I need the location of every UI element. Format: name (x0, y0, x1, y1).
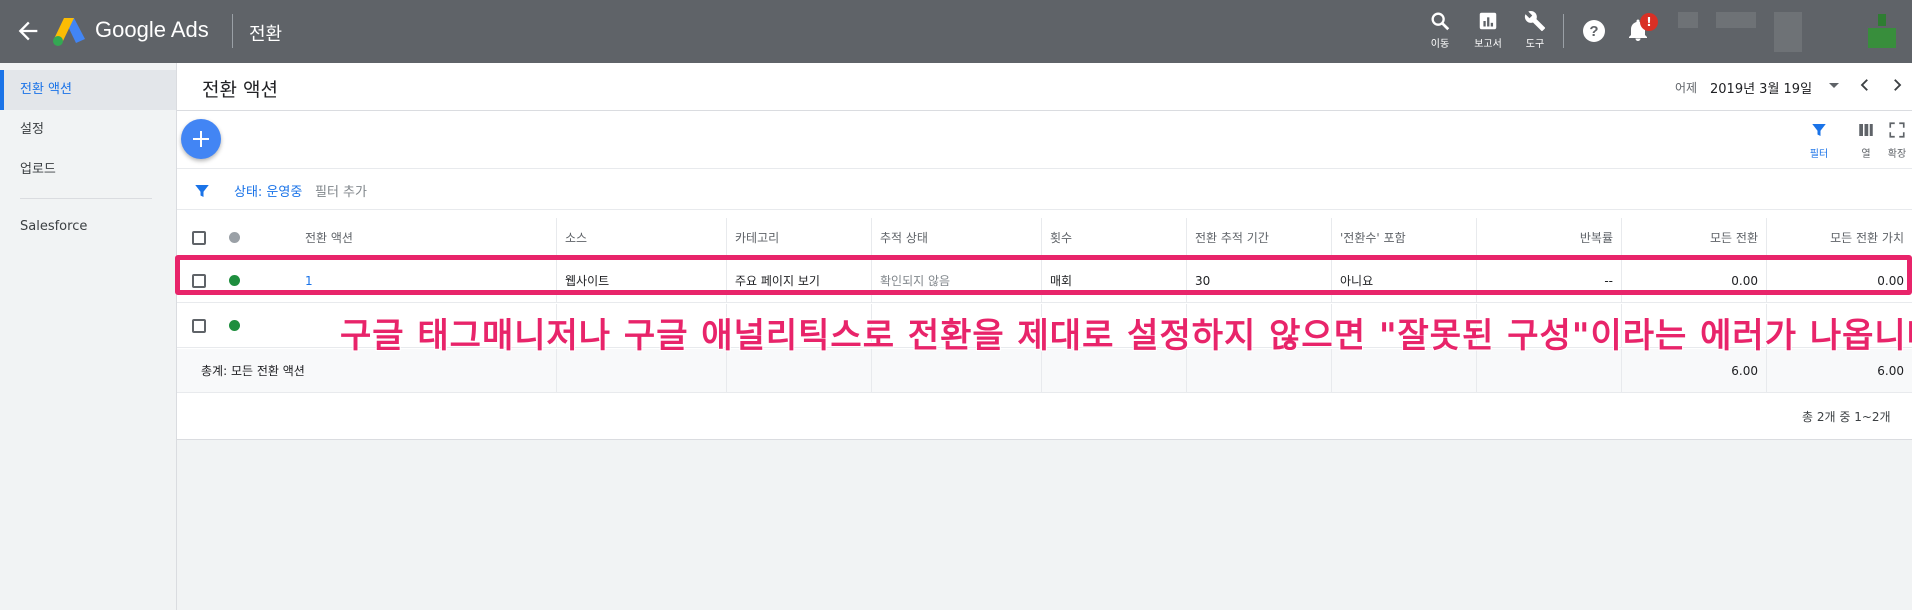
divider (1563, 14, 1564, 48)
divider (232, 14, 233, 48)
help-icon[interactable]: ? (1582, 19, 1606, 43)
wrench-icon (1524, 11, 1546, 32)
column-header[interactable]: 모든 전환 가치 (1767, 218, 1912, 257)
column-header[interactable]: 모든 전환 (1622, 218, 1767, 257)
sidebar-item-uploads[interactable]: 업로드 (0, 150, 176, 190)
google-ads-logo-icon (53, 18, 85, 46)
filter-bar: 상태: 운영중 필터 추가 (177, 168, 1912, 210)
expand-icon (1889, 122, 1905, 138)
pagination-summary: 총 2개 중 1~2개 (1802, 410, 1891, 424)
top-app-bar: Google Ads 전환 이동 보고서 도구 ? ! (0, 0, 1912, 63)
select-all-checkbox[interactable] (192, 230, 206, 245)
annotation-caption: 구글 태그매니저나 구글 애널리틱스로 전환을 제대로 설정하지 않으면 "잘못… (339, 315, 1912, 357)
tool-tools[interactable]: 도구 (1512, 10, 1558, 50)
page-title: 전환 액션 (202, 79, 278, 101)
tool-label: 보고서 (1474, 39, 1502, 50)
sidebar-divider (20, 198, 152, 199)
tool-reports[interactable]: 보고서 (1465, 10, 1511, 50)
back-arrow-icon[interactable] (14, 17, 42, 45)
tool-label: 도구 (1525, 39, 1545, 50)
chevron-right-icon[interactable] (1888, 76, 1906, 94)
column-header[interactable]: 전환 추적 기간 (1187, 218, 1332, 257)
sidebar-item-settings[interactable]: 설정 (0, 110, 176, 150)
tool-label: 이동 (1430, 39, 1450, 50)
column-header[interactable]: 횟수 (1042, 218, 1187, 257)
sidebar: 전환 액션 설정 업로드 Salesforce (0, 63, 177, 610)
control-label: 확장 (1887, 149, 1907, 160)
column-header[interactable]: 소스 (557, 218, 727, 257)
dropdown-caret-icon[interactable] (1828, 79, 1840, 91)
add-conversion-button[interactable] (181, 119, 221, 159)
section-title: 전환 (249, 24, 283, 45)
column-header[interactable]: 전환 액션 (249, 218, 557, 257)
row-checkbox[interactable] (192, 318, 206, 333)
svg-text:?: ? (1589, 23, 1598, 40)
expand-toggle[interactable]: 확장 (1875, 121, 1912, 160)
status-filter-chip[interactable]: 상태: 운영중 (234, 181, 302, 200)
row-select-cell (177, 304, 221, 347)
status-header-cell (221, 218, 249, 257)
sidebar-item-salesforce[interactable]: Salesforce (0, 207, 176, 247)
tool-search[interactable]: 이동 (1417, 10, 1463, 50)
account-redacted (1716, 12, 1756, 28)
add-filter-link[interactable]: 필터 추가 (315, 181, 367, 200)
column-header[interactable]: 카테고리 (727, 218, 872, 257)
account-redacted (1678, 12, 1698, 28)
chevron-left-icon[interactable] (1856, 76, 1874, 94)
reports-icon (1479, 12, 1497, 30)
filter-icon (195, 185, 209, 197)
status-dot-icon (229, 232, 240, 243)
account-avatar[interactable] (1868, 14, 1896, 48)
search-icon (1431, 12, 1450, 31)
select-all-cell (177, 218, 221, 257)
status-enabled-icon (229, 320, 240, 331)
row-highlight-box (175, 255, 1912, 295)
row-status-cell (221, 304, 249, 347)
filter-toggle[interactable]: 필터 (1799, 121, 1839, 160)
sidebar-item-conversion-actions[interactable]: 전환 액션 (0, 70, 176, 110)
column-header[interactable]: 추적 상태 (872, 218, 1042, 257)
column-header[interactable]: 반복률 (1477, 218, 1622, 257)
column-header[interactable]: '전환수' 포함 (1332, 218, 1477, 257)
columns-icon (1859, 124, 1873, 136)
account-redacted (1774, 12, 1802, 52)
control-label: 필터 (1809, 149, 1829, 160)
notification-badge: ! (1640, 13, 1658, 31)
date-range-value[interactable]: 2019년 3월 19일 (1710, 78, 1812, 97)
brand-name: Google Ads (95, 17, 209, 42)
filter-icon (1812, 124, 1826, 136)
table-header-row: 전환 액션 소스 카테고리 추적 상태 횟수 전환 추적 기간 '전환수' 포함… (177, 218, 1912, 258)
date-range-label: 어제 (1675, 81, 1698, 95)
page-header: 전환 액션 어제 2019년 3월 19일 (177, 63, 1912, 111)
